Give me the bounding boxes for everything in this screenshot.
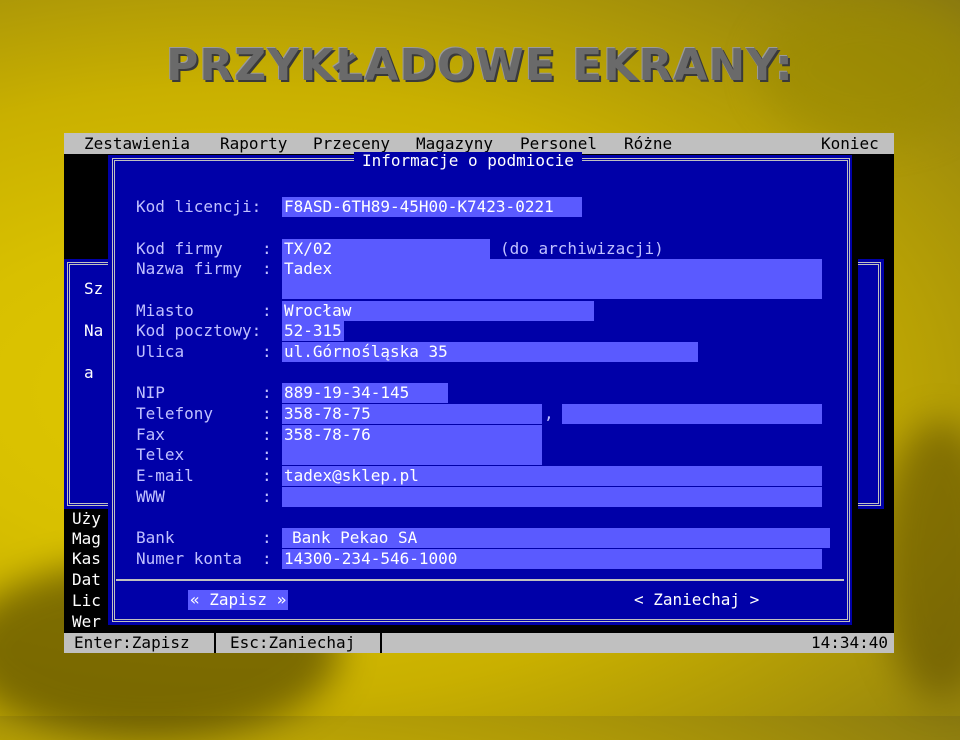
status-clock: 14:34:40 bbox=[811, 633, 889, 652]
colon: : bbox=[262, 404, 272, 423]
fax-field[interactable]: 358-78-76 bbox=[282, 425, 542, 445]
subject-info-dialog: Informacje o podmiocie Kod licencji: F8A… bbox=[108, 152, 852, 625]
bg-item-wer: Wer bbox=[72, 612, 101, 631]
www-field[interactable] bbox=[282, 487, 822, 507]
phone-comma: , bbox=[544, 404, 554, 423]
company-code-field[interactable]: TX/02 bbox=[282, 239, 490, 259]
colon: : bbox=[262, 301, 272, 320]
account-number-label: Numer konta bbox=[136, 549, 242, 568]
menu-raporty[interactable]: Raporty bbox=[220, 133, 287, 154]
bg-item-kas: Kas bbox=[72, 549, 101, 568]
menu-zestawienia[interactable]: Zestawienia bbox=[84, 133, 190, 154]
city-label: Miasto bbox=[136, 301, 194, 320]
license-label: Kod licencji: bbox=[136, 197, 262, 216]
page-title: PRZYKŁADOWE EKRANY: bbox=[166, 40, 794, 91]
status-divider bbox=[214, 633, 216, 653]
street-field[interactable]: ul.Górnośląska 35 bbox=[282, 342, 698, 362]
status-enter-save[interactable]: Enter:Zapisz bbox=[74, 633, 190, 653]
company-code-label: Kod firmy bbox=[136, 239, 223, 258]
colon: : bbox=[262, 342, 272, 361]
dialog-title: Informacje o podmiocie bbox=[354, 152, 582, 170]
save-button[interactable]: « Zapisz » bbox=[188, 590, 289, 610]
email-field[interactable]: tadex@sklep.pl bbox=[282, 466, 822, 486]
colon: : bbox=[262, 549, 272, 568]
postal-code-label: Kod pocztowy: bbox=[136, 321, 262, 340]
bg-label-sz: Sz bbox=[84, 279, 104, 298]
phones-label: Telefony bbox=[136, 404, 214, 423]
cancel-button[interactable]: < Zaniechaj > bbox=[634, 590, 759, 610]
phone-field-2[interactable] bbox=[562, 404, 822, 424]
colon: : bbox=[262, 528, 272, 547]
email-label: E-mail bbox=[136, 466, 194, 485]
archive-note: (do archiwizacji) bbox=[500, 239, 664, 258]
license-field[interactable]: F8ASD-6TH89-45H00-K7423-0221 bbox=[282, 197, 582, 217]
company-name-field[interactable]: Tadex bbox=[282, 259, 822, 299]
menu-koniec[interactable]: Koniec bbox=[821, 133, 879, 154]
postal-code-field[interactable]: 52-315 bbox=[282, 321, 344, 341]
bank-field[interactable]: Bank Pekao SA bbox=[282, 528, 830, 548]
www-label: WWW bbox=[136, 487, 165, 506]
telex-label: Telex bbox=[136, 445, 185, 464]
colon: : bbox=[262, 425, 272, 444]
bg-item-uzy: Uży bbox=[72, 509, 101, 528]
dialog-separator bbox=[116, 579, 844, 581]
dialog-shadow bbox=[852, 163, 858, 633]
street-label: Ulica bbox=[136, 342, 185, 361]
status-esc-cancel[interactable]: Esc:Zaniechaj bbox=[230, 633, 355, 653]
account-number-field[interactable]: 14300-234-546-1000 bbox=[282, 549, 822, 569]
colon: : bbox=[262, 259, 272, 278]
bg-item-mag: Mag bbox=[72, 529, 101, 548]
bg-label-a: a bbox=[84, 363, 94, 382]
colon: : bbox=[262, 239, 272, 258]
nip-field[interactable]: 889-19-34-145 bbox=[282, 383, 448, 403]
nip-label: NIP bbox=[136, 383, 165, 402]
colon: : bbox=[262, 383, 272, 402]
status-divider bbox=[380, 633, 382, 653]
company-name-label: Nazwa firmy bbox=[136, 259, 242, 278]
menu-rozne[interactable]: Różne bbox=[624, 133, 672, 154]
bg-item-dat: Dat bbox=[72, 570, 101, 589]
telex-field[interactable] bbox=[282, 445, 542, 465]
city-field[interactable]: Wrocław bbox=[282, 301, 594, 321]
colon: : bbox=[262, 466, 272, 485]
bg-label-na: Na bbox=[84, 321, 104, 340]
status-bar: Enter:Zapisz Esc:Zaniechaj 14:34:40 bbox=[64, 633, 894, 653]
bg-item-lic: Lic bbox=[72, 591, 101, 610]
colon: : bbox=[262, 487, 272, 506]
phone-field-1[interactable]: 358-78-75 bbox=[282, 404, 542, 424]
bank-label: Bank bbox=[136, 528, 175, 547]
fax-label: Fax bbox=[136, 425, 165, 444]
dos-screen: Zestawienia Raporty Przeceny Magazyny Pe… bbox=[64, 133, 894, 653]
colon: : bbox=[262, 445, 272, 464]
